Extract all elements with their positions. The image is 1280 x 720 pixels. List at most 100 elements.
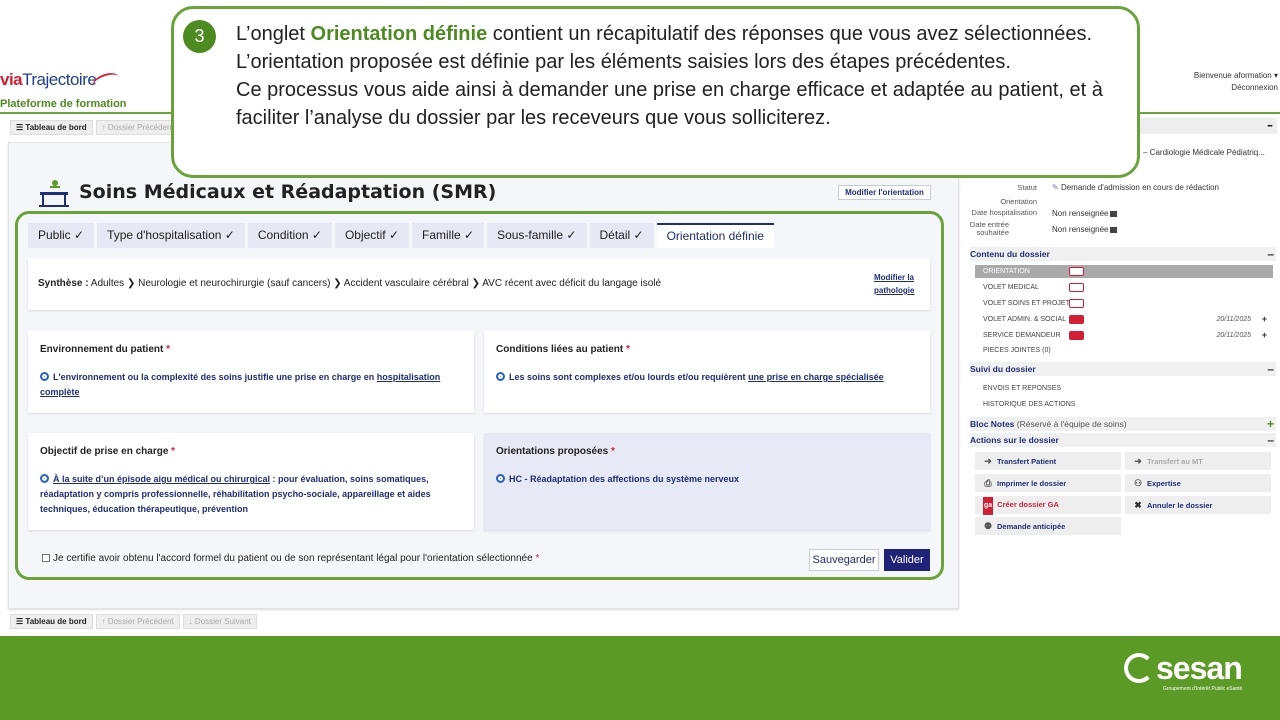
tab-objectif[interactable]: Objectif ✓ bbox=[334, 223, 410, 248]
desired-entry-date-value[interactable]: Non renseignée bbox=[1052, 225, 1118, 234]
consent-checkbox[interactable] bbox=[42, 554, 50, 562]
toolbar-bottom: ☰ Tableau de bord ↑ Dossier Précédent ↓ … bbox=[10, 614, 257, 629]
status-badge bbox=[1069, 331, 1084, 340]
followup-item-sends[interactable]: ENVOIS ET REPONSES bbox=[975, 382, 1273, 395]
card-title: Conditions liées au patient * bbox=[496, 344, 630, 355]
tab-hospitalisation-type[interactable]: Type d'hospitalisation ✓ bbox=[97, 223, 245, 248]
card-title: Environnement du patient * bbox=[40, 344, 171, 355]
viatrajectoire-logo: viaTrajectoire bbox=[0, 70, 97, 89]
calendar-icon[interactable] bbox=[1110, 227, 1118, 233]
radio-selected-icon[interactable] bbox=[40, 474, 49, 483]
referral-service: – Cardiologie Médicale Pédiatriq... bbox=[1143, 148, 1265, 157]
sesan-tagline: Groupement d'Intérêt Public eSanté bbox=[1163, 686, 1243, 692]
radio-selected-icon[interactable] bbox=[40, 372, 49, 381]
info-label: Date hospitalisation bbox=[971, 208, 1037, 217]
expertise-button[interactable]: ⚇ Expertise bbox=[1125, 474, 1271, 492]
consent-checkbox-row[interactable]: Je certifie avoir obtenu l'accord formel… bbox=[42, 553, 539, 564]
orientation-choice[interactable]: HC - Réadaptation des affections du syst… bbox=[496, 472, 921, 487]
dashboard-button[interactable]: ☰ Tableau de bord bbox=[10, 614, 93, 629]
tab-sous-famille[interactable]: Sous-famille ✓ bbox=[487, 223, 587, 248]
section-followup[interactable]: Suivi du dossier – bbox=[970, 362, 1276, 376]
transfer-mt-button[interactable]: ➜ Transfert au MT bbox=[1125, 452, 1271, 470]
section-notes[interactable]: Bloc Notes (Réservé à l'équipe de soins)… bbox=[970, 417, 1276, 431]
platform-label: Plateforme de formation bbox=[0, 98, 127, 110]
doc-item-care-project[interactable]: VOLET SOINS ET PROJET bbox=[975, 297, 1273, 310]
ga-icon: ga bbox=[983, 497, 994, 515]
tab-condition[interactable]: Condition ✓ bbox=[247, 223, 332, 248]
tab-detail[interactable]: Détail ✓ bbox=[589, 223, 654, 248]
collapse-icon[interactable]: – bbox=[1267, 247, 1274, 261]
section-actions[interactable]: Actions sur le dossier – bbox=[970, 433, 1276, 447]
dashboard-button[interactable]: ☰ Tableau de bord bbox=[10, 120, 93, 135]
save-button[interactable]: Sauvegarder bbox=[809, 549, 879, 571]
followup-item-history[interactable]: HISTORIQUE DES ACTIONS bbox=[975, 398, 1273, 411]
doc-item-attachments[interactable]: PIECES JOINTES (0) bbox=[975, 344, 1273, 357]
doc-item-admin-social[interactable]: VOLET ADMIN. & SOCIAL 20/11/2025 + bbox=[975, 313, 1273, 326]
step-number-badge: 3 bbox=[183, 20, 216, 53]
synthesis-text: Synthèse : Adultes ❯ Neurologie et neuro… bbox=[38, 278, 662, 289]
add-icon[interactable]: + bbox=[1262, 313, 1267, 326]
close-icon: ✖ bbox=[1134, 500, 1142, 510]
modify-orientation-button[interactable]: Modifier l'orientation bbox=[838, 185, 931, 200]
info-label: Orientation bbox=[1000, 197, 1037, 206]
collapse-icon[interactable]: – bbox=[1267, 433, 1274, 447]
cancel-file-button[interactable]: ✖ Annuler le dossier bbox=[1125, 496, 1271, 514]
modify-pathology-link[interactable]: Modifier la pathologie bbox=[874, 271, 914, 297]
card-title: Objectif de prise en charge * bbox=[40, 446, 176, 457]
doc-item-requesting-service[interactable]: SERVICE DEMANDEUR 20/11/2025 + bbox=[975, 329, 1273, 342]
tab-famille[interactable]: Famille ✓ bbox=[412, 223, 485, 248]
doc-item-medical[interactable]: VOLET MEDICAL bbox=[975, 281, 1273, 294]
status-badge bbox=[1069, 315, 1084, 324]
synthesis-box: Synthèse : Adultes ❯ Neurologie et neuro… bbox=[28, 258, 930, 310]
status-value: ✎ Demande d'admission en cours de rédact… bbox=[1052, 183, 1219, 192]
transfer-patient-button[interactable]: ➜ Transfert Patient bbox=[975, 452, 1121, 470]
add-icon[interactable]: + bbox=[1262, 329, 1267, 342]
info-label: Date entrée souhaitée bbox=[969, 220, 1009, 237]
sesan-c-icon bbox=[1124, 653, 1154, 683]
page-title: Soins Médicaux et Réadaptation (SMR) bbox=[79, 181, 497, 203]
tab-orientation-definie[interactable]: Orientation définie bbox=[656, 223, 774, 248]
print-file-button[interactable]: ⎙ Imprimer le dossier bbox=[975, 474, 1121, 492]
collapse-icon[interactable]: – bbox=[1267, 118, 1273, 132]
card-objective: Objectif de prise en charge * À la suite… bbox=[28, 433, 474, 530]
card-proposed-orientations: Orientations proposées * HC - Réadaptati… bbox=[484, 433, 930, 530]
logout-link[interactable]: Déconnexion bbox=[1194, 82, 1278, 94]
objective-choice[interactable]: À la suite d’un épisode aigu médical ou … bbox=[40, 472, 465, 517]
status-badge bbox=[1069, 299, 1084, 308]
sesan-logo: sesan bbox=[1124, 650, 1243, 687]
card-title: Orientations proposées * bbox=[496, 446, 615, 457]
user-icon: ⚉ bbox=[983, 521, 993, 531]
arrow-right-icon: ➜ bbox=[1134, 456, 1142, 466]
create-ga-button[interactable]: ga Créer dossier GA bbox=[975, 496, 1121, 515]
status-badge bbox=[1069, 267, 1084, 276]
printer-icon: ⎙ bbox=[984, 478, 992, 488]
collapse-icon[interactable]: – bbox=[1267, 362, 1274, 376]
hospitalisation-date-value[interactable]: Non renseignée bbox=[1052, 209, 1118, 218]
next-file-button[interactable]: ↓ Dossier Suivant bbox=[182, 614, 257, 629]
users-icon: ⚇ bbox=[1133, 478, 1143, 488]
previous-file-button[interactable]: ↑ Dossier Précédent bbox=[95, 614, 180, 629]
orientation-tabs: Public ✓ Type d'hospitalisation ✓ Condit… bbox=[28, 223, 774, 248]
info-label: Statut bbox=[1017, 183, 1037, 192]
radio-selected-icon[interactable] bbox=[496, 474, 505, 483]
anticipated-request-button[interactable]: ⚉ Demande anticipée bbox=[975, 517, 1121, 535]
doc-item-orientation[interactable]: ORIENTATION bbox=[975, 265, 1273, 278]
welcome-menu[interactable]: Bienvenue aformation ▾ bbox=[1194, 70, 1278, 82]
card-environment: Environnement du patient * L'environneme… bbox=[28, 331, 474, 413]
document-icon: ✎ bbox=[1052, 183, 1061, 192]
radio-selected-icon[interactable] bbox=[496, 372, 505, 381]
conditions-choice[interactable]: Les soins sont complexes et/ou lourds et… bbox=[496, 370, 921, 385]
sidebar-header: – bbox=[1140, 118, 1277, 134]
previous-file-button[interactable]: ↑ Dossier Précédent bbox=[95, 120, 180, 135]
rehab-icon bbox=[39, 180, 69, 207]
arrow-right-icon: ➜ bbox=[984, 456, 992, 466]
section-contents[interactable]: Contenu du dossier – bbox=[970, 247, 1276, 261]
environment-choice[interactable]: L'environnement ou la complexité des soi… bbox=[40, 370, 460, 400]
footer-band bbox=[0, 636, 1280, 720]
validate-button[interactable]: Valider bbox=[884, 549, 930, 571]
user-box: Bienvenue aformation ▾ Déconnexion bbox=[1194, 70, 1278, 94]
card-conditions: Conditions liées au patient * Les soins … bbox=[484, 331, 930, 413]
tab-public[interactable]: Public ✓ bbox=[28, 223, 95, 248]
expand-icon[interactable]: + bbox=[1267, 417, 1274, 431]
calendar-icon[interactable] bbox=[1110, 211, 1118, 217]
